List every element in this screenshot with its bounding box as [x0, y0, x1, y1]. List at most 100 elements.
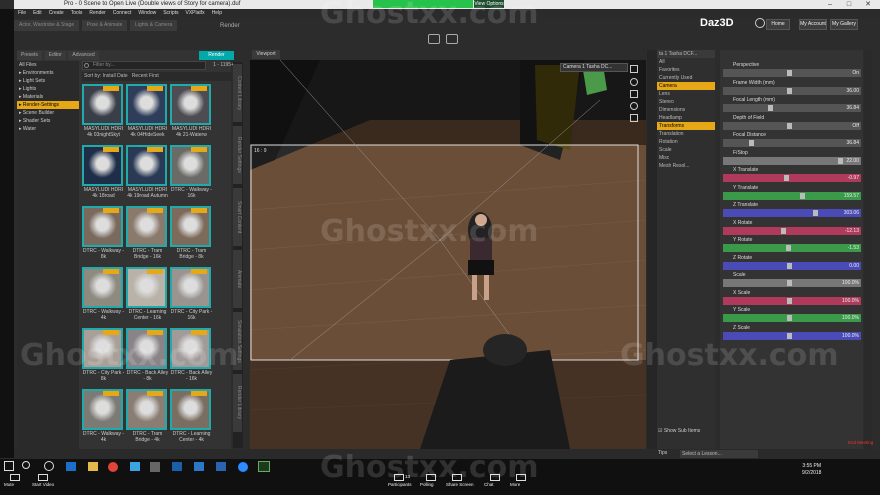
- camera-icon[interactable]: [428, 34, 440, 44]
- tab-viewport[interactable]: Viewport: [252, 50, 280, 59]
- library-item[interactable]: DTRC - Walkway - 4k: [82, 389, 125, 443]
- home-button[interactable]: Home: [766, 19, 790, 30]
- library-item[interactable]: MASYLUDI HDRI 4k 04HideSeek: [126, 84, 169, 138]
- dolly-icon[interactable]: [630, 114, 638, 122]
- file-explorer-icon[interactable]: [88, 462, 98, 471]
- sort-value[interactable]: Recent First: [132, 73, 159, 79]
- scene-header[interactable]: ta 1 Tasha DCF...: [657, 50, 715, 58]
- zoom-control-label[interactable]: Chat: [484, 482, 494, 487]
- menu-item[interactable]: Tools: [71, 10, 83, 16]
- library-item[interactable]: MASYLUDI HDRI 4k 03nightSkyt: [82, 84, 125, 138]
- daz-studio-icon[interactable]: [258, 461, 270, 472]
- side-tab[interactable]: Smart Content: [233, 188, 242, 246]
- parameter-group[interactable]: Misc: [657, 154, 715, 162]
- library-item[interactable]: MASYLUDI HDRI 4k 19road Autumn: [126, 145, 169, 199]
- store-icon[interactable]: [130, 462, 140, 471]
- lesson-select[interactable]: Select a Lesson...: [680, 450, 758, 458]
- tree-item[interactable]: ▸ Light Sets: [17, 77, 79, 85]
- parameter-group[interactable]: Headlamp: [657, 114, 715, 122]
- parameter-value[interactable]: 36.84: [846, 104, 859, 112]
- library-item[interactable]: DTRC - Learning Center - 4k: [170, 389, 213, 443]
- side-tab[interactable]: Render Library: [233, 374, 242, 432]
- parameter-slider[interactable]: 36.84: [723, 139, 861, 147]
- parameter-value[interactable]: 0.00: [849, 262, 859, 270]
- menu-item[interactable]: Window: [138, 10, 156, 16]
- tab-editor[interactable]: Editor: [44, 51, 66, 60]
- library-item[interactable]: DTRC - Back Alley - 16k: [170, 328, 213, 382]
- parameter-group[interactable]: Favorites: [657, 66, 715, 74]
- calculator-icon[interactable]: [150, 462, 160, 472]
- tree-item[interactable]: ▸ Environments: [17, 69, 79, 77]
- tab-presets[interactable]: Presets: [17, 51, 42, 60]
- parameter-slider[interactable]: 36.00: [723, 86, 861, 95]
- tab-actor[interactable]: Actor, Wardrobe & Stage: [14, 20, 80, 31]
- zoom-control-label[interactable]: Share Screen: [446, 482, 474, 487]
- parameter-value[interactable]: 303.06: [844, 209, 859, 217]
- library-item[interactable]: DTRC - City Park - 16k: [170, 267, 213, 321]
- parameter-group[interactable]: Dimensions: [657, 106, 715, 114]
- slider-knob[interactable]: [748, 140, 754, 146]
- orbit-icon[interactable]: [630, 78, 638, 86]
- menu-item[interactable]: Edit: [33, 10, 42, 16]
- parameter-value[interactable]: 159.57: [844, 192, 859, 200]
- parameter-slider[interactable]: 22.00: [723, 156, 861, 165]
- parameter-group[interactable]: Scale: [657, 146, 715, 154]
- slider-knob[interactable]: [780, 227, 786, 234]
- side-tab[interactable]: Render Settings: [233, 126, 242, 184]
- parameter-slider[interactable]: 303.06: [723, 209, 861, 217]
- library-item[interactable]: DTRC - Walkway - 16k: [170, 145, 213, 199]
- menu-item[interactable]: VXPlatfx: [186, 10, 205, 16]
- parameter-slider[interactable]: 100.0%: [723, 331, 861, 340]
- parameter-value[interactable]: 22.00: [846, 157, 859, 165]
- parameter-value[interactable]: -1.53: [848, 244, 859, 252]
- parameter-slider[interactable]: 100.0%: [723, 296, 861, 305]
- parameter-slider[interactable]: 100.0%: [723, 279, 861, 287]
- menu-item[interactable]: Render: [89, 10, 105, 16]
- camera-select[interactable]: Camera 1 Tasha DC...: [560, 63, 628, 72]
- edge-icon[interactable]: [66, 462, 76, 471]
- parameter-value[interactable]: 100.0%: [842, 297, 859, 305]
- zoom-control-icon[interactable]: [10, 474, 20, 481]
- parameter-slider[interactable]: On: [723, 69, 861, 77]
- tree-item[interactable]: ▸ Materials: [17, 93, 79, 101]
- slider-knob[interactable]: [787, 70, 792, 76]
- parameter-value[interactable]: -0.97: [848, 174, 859, 182]
- zoom-control-label[interactable]: Polling: [420, 482, 434, 487]
- view-options-button[interactable]: View Options: [474, 0, 504, 8]
- search-icon-taskbar[interactable]: [22, 461, 30, 469]
- menu-item[interactable]: Create: [49, 10, 64, 16]
- user-icon[interactable]: [755, 18, 765, 28]
- slider-knob[interactable]: [787, 297, 792, 304]
- chrome-icon[interactable]: [108, 462, 118, 472]
- end-meeting-button[interactable]: End Meeting: [848, 440, 873, 445]
- parameter-value[interactable]: 36.84: [846, 139, 859, 147]
- slider-knob[interactable]: [812, 210, 818, 216]
- parameter-group[interactable]: Stereo: [657, 98, 715, 106]
- slider-knob[interactable]: [787, 280, 792, 286]
- zoom-control-label[interactable]: More: [510, 482, 520, 487]
- library-item[interactable]: MASYLUDI HDRI 4k 18road: [82, 145, 125, 199]
- zoom-control-label[interactable]: Start Video: [32, 482, 54, 487]
- my-gallery-button[interactable]: My Gallery: [830, 19, 858, 30]
- sort-bar[interactable]: Sort by: Install Date Recent First: [82, 72, 232, 81]
- slider-knob[interactable]: [838, 157, 844, 164]
- close-button[interactable]: ✕: [860, 0, 876, 9]
- tree-item[interactable]: ▸ Render-Settings: [17, 101, 79, 109]
- parameter-group[interactable]: Lens: [657, 90, 715, 98]
- parameter-group[interactable]: Translation: [657, 130, 715, 138]
- parameter-group[interactable]: Rotation: [657, 138, 715, 146]
- menu-item[interactable]: Connect: [113, 10, 132, 16]
- word-icon[interactable]: [172, 462, 182, 471]
- library-item[interactable]: DTRC - Tram Bridge - 8k: [170, 206, 213, 260]
- slider-knob[interactable]: [787, 262, 792, 269]
- tree-item[interactable]: ▸ Shader Sets: [17, 117, 79, 125]
- slider-knob[interactable]: [785, 245, 791, 251]
- parameter-slider[interactable]: -12.13: [723, 226, 861, 235]
- pan-icon[interactable]: [630, 90, 638, 98]
- zoom-app-icon[interactable]: [238, 462, 248, 472]
- tips-tab[interactable]: Tips: [658, 450, 667, 456]
- library-item[interactable]: MASYLUDI HDRI 4k 21-Waterw: [170, 84, 213, 138]
- menu-item[interactable]: File: [18, 10, 26, 16]
- parameter-value[interactable]: On: [852, 69, 859, 77]
- parameter-group[interactable]: Transforms: [657, 122, 715, 130]
